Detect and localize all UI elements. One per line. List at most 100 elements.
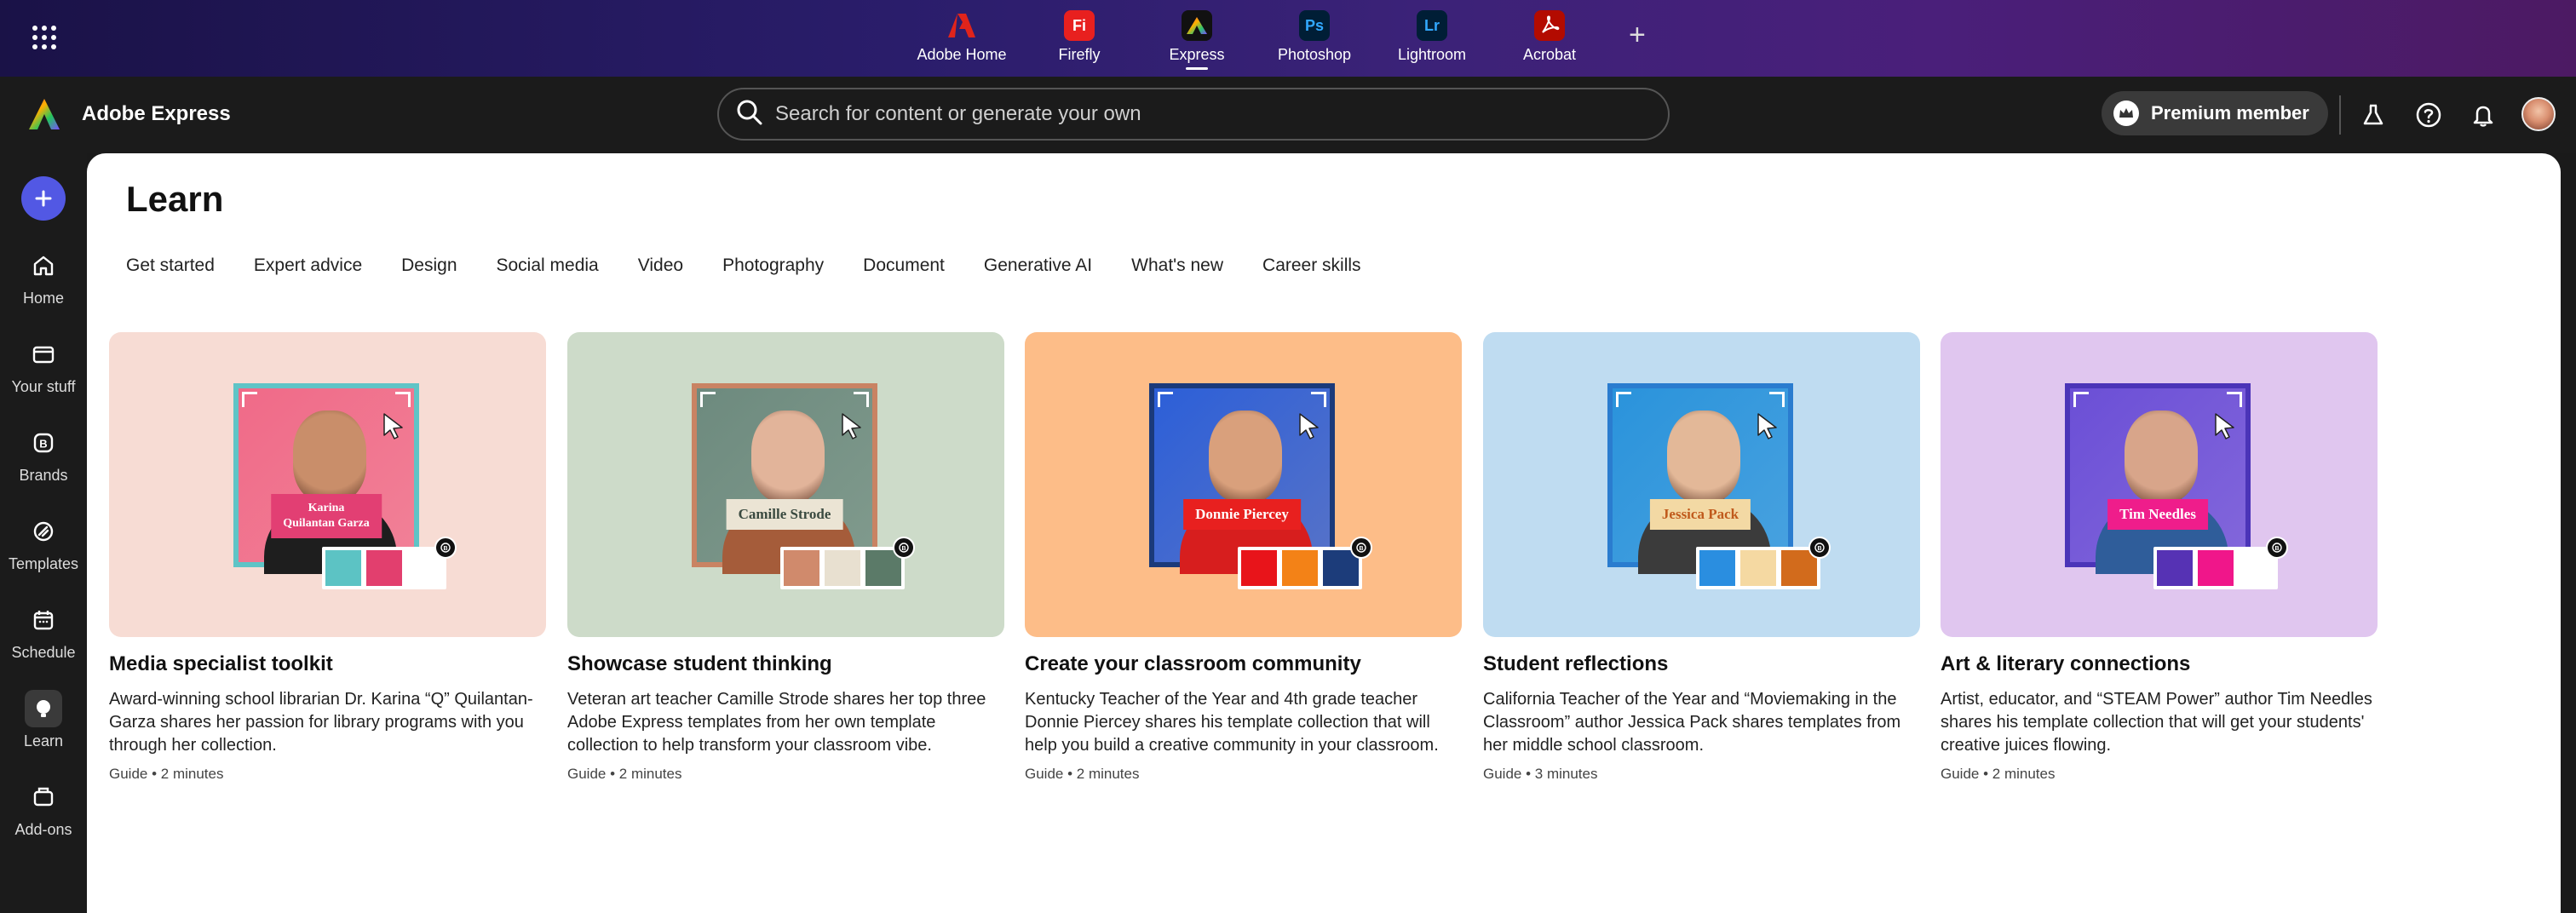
tab-social-media[interactable]: Social media [497, 256, 599, 276]
card-title[interactable]: Showcase student thinking [567, 652, 1004, 676]
tab-expert-advice[interactable]: Expert advice [254, 256, 362, 276]
card-title[interactable]: Student reflections [1483, 652, 1920, 676]
pointer-cursor-icon [1756, 412, 1780, 444]
search-bar[interactable] [717, 88, 1670, 141]
color-swatches [780, 547, 905, 589]
flask-icon[interactable] [2359, 100, 2388, 129]
notifications-bell-icon[interactable] [2469, 100, 2498, 129]
app-header: Adobe Express Premium member [0, 77, 2576, 153]
frame-corner [2227, 392, 2242, 407]
portrait-name-label: Camille Strode [726, 499, 843, 530]
rail-item-brands[interactable]: B Brands [0, 424, 87, 485]
rail-item-learn[interactable]: Learn [0, 690, 87, 750]
card-thumbnail[interactable]: Donnie Piercey B [1025, 332, 1462, 637]
search-icon [736, 99, 763, 130]
rail-item-home[interactable]: Home [0, 247, 87, 307]
portrait-face [293, 411, 366, 502]
frame-corner [1158, 392, 1173, 407]
tab-document[interactable]: Document [863, 256, 945, 276]
help-icon[interactable] [2414, 100, 2443, 129]
app-photoshop[interactable]: Ps Photoshop [1256, 0, 1373, 77]
rail-item-label: Home [22, 290, 64, 307]
learn-card[interactable]: Tim Needles B Art & literary connections Ar… [1941, 332, 2378, 783]
rail-item-schedule[interactable]: Schedule [0, 601, 87, 662]
portrait-frame: Jessica Pack [1607, 383, 1793, 574]
tab-career-skills[interactable]: Career skills [1262, 256, 1361, 276]
tab-what-s-new[interactable]: What's new [1131, 256, 1223, 276]
app-express[interactable]: Express [1138, 0, 1256, 77]
card-description: Artist, educator, and “STEAM Power” auth… [1941, 690, 2372, 755]
portrait-frame: Camille Strode [692, 383, 877, 574]
user-avatar[interactable] [2521, 97, 2556, 131]
crown-icon [2113, 100, 2139, 126]
card-description: Veteran art teacher Camille Strode share… [567, 690, 986, 755]
learn-card[interactable]: Camille Strode B Showcase student thinking… [567, 332, 1004, 783]
search-input[interactable] [775, 102, 1627, 126]
rail-item-add-ons[interactable]: Add-ons [0, 778, 87, 839]
express-icon [1182, 10, 1212, 41]
header-divider [2339, 95, 2341, 135]
portrait-face [751, 411, 825, 502]
color-swatch [2157, 550, 2193, 586]
svg-text:B: B [39, 438, 47, 451]
folder-icon [25, 336, 62, 373]
firefly-icon: Fi [1064, 10, 1095, 41]
create-new-button[interactable] [21, 176, 66, 221]
card-thumbnail[interactable]: Tim Needles B [1941, 332, 2378, 637]
page-title: Learn [126, 179, 224, 219]
portrait-name-label: Donnie Piercey [1183, 499, 1301, 530]
home-icon [25, 247, 62, 284]
card-description: Kentucky Teacher of the Year and 4th gra… [1025, 690, 1439, 755]
brand-badge-icon: B [1350, 537, 1372, 559]
rail-item-templates[interactable]: Templates [0, 513, 87, 573]
portrait-name-label: Jessica Pack [1649, 499, 1751, 530]
learn-card[interactable]: Jessica Pack B Student reflections Californ… [1483, 332, 1920, 783]
adobe-express-logo[interactable] [26, 95, 63, 133]
tab-photography[interactable]: Photography [722, 256, 824, 276]
card-description: Award-winning school librarian Dr. Karin… [109, 690, 533, 755]
frame-corner [1311, 392, 1326, 407]
add-app-icon[interactable]: + [1629, 20, 1646, 49]
svg-text:B: B [2274, 546, 2279, 552]
rail-item-your-stuff[interactable]: Your stuff [0, 336, 87, 396]
rail-item-label: Learn [23, 732, 64, 749]
learn-card[interactable]: Karina Quilantan Garza B Media specialist … [109, 332, 546, 783]
color-swatch [825, 550, 860, 586]
svg-text:B: B [1359, 546, 1363, 552]
premium-member-button[interactable]: Premium member [2102, 91, 2328, 135]
learn-card[interactable]: Donnie Piercey B Create your classroom com… [1025, 332, 1462, 783]
app-firefly[interactable]: Fi Firefly [1021, 0, 1138, 77]
frame-corner [2073, 392, 2089, 407]
tab-design[interactable]: Design [401, 256, 457, 276]
card-title[interactable]: Art & literary connections [1941, 652, 2378, 676]
card-thumbnail[interactable]: Camille Strode B [567, 332, 1004, 637]
app-acrobat[interactable]: Acrobat [1491, 0, 1608, 77]
svg-text:B: B [901, 546, 906, 552]
tab-get-started[interactable]: Get started [126, 256, 215, 276]
color-swatches [2153, 547, 2278, 589]
app-grid-icon[interactable] [32, 26, 56, 49]
card-title[interactable]: Media specialist toolkit [109, 652, 546, 676]
app-label: Lightroom [1397, 46, 1467, 63]
card-meta: Guide • 2 minutes [1941, 766, 2056, 782]
svg-text:B: B [443, 546, 447, 552]
rail-item-label: Schedule [11, 644, 76, 661]
card-meta: Guide • 2 minutes [1025, 766, 1140, 782]
frame-corner [700, 392, 716, 407]
tab-video[interactable]: Video [638, 256, 683, 276]
rail-item-label: Your stuff [11, 378, 76, 395]
card-thumbnail[interactable]: Karina Quilantan Garza B [109, 332, 546, 637]
pointer-cursor-icon [1297, 412, 1321, 444]
app-lightroom[interactable]: Lr Lightroom [1373, 0, 1491, 77]
app-adobe-home[interactable]: Adobe Home [903, 0, 1021, 77]
app-label: Firefly [1058, 46, 1101, 63]
card-title[interactable]: Create your classroom community [1025, 652, 1462, 676]
portrait-face [2125, 411, 2198, 502]
card-meta: Guide • 2 minutes [109, 766, 224, 782]
color-swatch [1241, 550, 1277, 586]
card-thumbnail[interactable]: Jessica Pack B [1483, 332, 1920, 637]
brand-badge-icon: B [893, 537, 915, 559]
tab-generative-ai[interactable]: Generative AI [984, 256, 1092, 276]
app-label: Photoshop [1277, 46, 1352, 63]
color-swatch [325, 550, 361, 586]
